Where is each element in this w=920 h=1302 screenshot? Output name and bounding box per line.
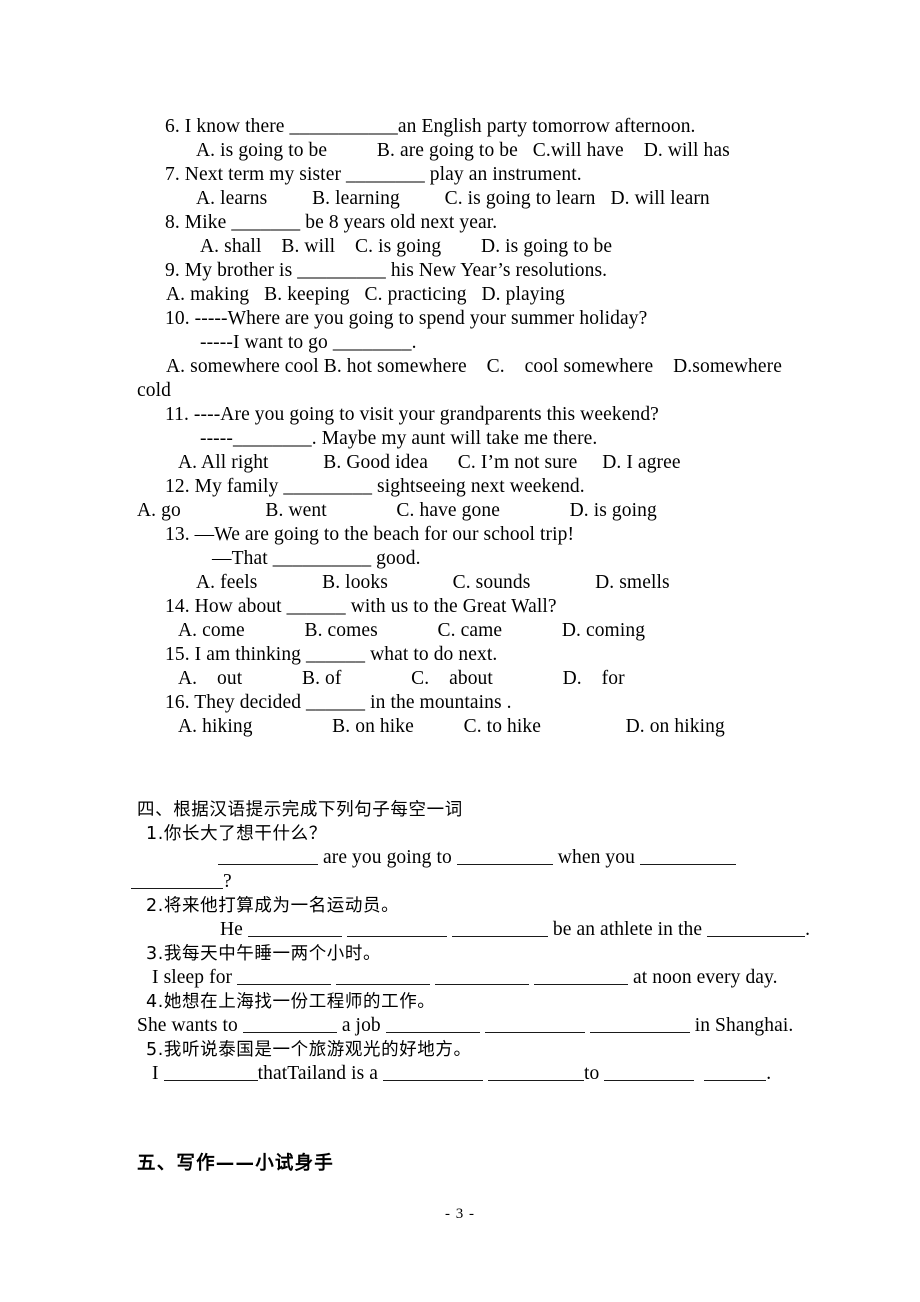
section-four-item-3-chinese: 3.我每天中午睡一两个小时。	[146, 944, 382, 964]
answer-text: .	[766, 1063, 772, 1084]
answer-blank[interactable]	[247, 921, 342, 937]
answer-blank[interactable]	[435, 969, 530, 985]
question-options-16: A. hiking B. on hike C. to hike D. on hi…	[178, 716, 725, 737]
section-four-item-4-answer: She wants to a job in Shanghai.	[0, 1014, 920, 1038]
question-options-8: A. shall B. will C. is going D. is going…	[200, 236, 613, 257]
section-four-item-2-answer: He be an athlete in the .	[0, 918, 920, 942]
answer-blank[interactable]	[707, 921, 806, 937]
question-options-10: A. somewhere cool B. hot somewhere C. co…	[166, 356, 782, 377]
question-stem-8: 8. Mike _______ be 8 years old next year…	[165, 212, 498, 233]
answer-blank[interactable]	[346, 921, 447, 937]
answer-text: a job	[336, 1015, 386, 1036]
worksheet-page: 6. I know there ___________an English pa…	[0, 0, 920, 1302]
question-stem-9: 9. My brother is _________ his New Year’…	[165, 260, 608, 281]
question-stem-7: 7. Next term my sister ________ play an …	[165, 164, 582, 185]
question-stem-14: 14. How about ______ with us to the Grea…	[165, 596, 557, 617]
question-stem-16: 16. They decided ______ in the mountains…	[165, 692, 512, 713]
answer-blank[interactable]	[163, 1065, 258, 1081]
question-options-15: A. out B. of C. about D. for	[178, 668, 625, 689]
section-four-item-1-answer-line1: are you going to when you	[0, 846, 920, 870]
answer-blank[interactable]	[639, 849, 736, 865]
section-four: 四、根据汉语提示完成下列句子每空一词 1.你长大了想干什么？ are you g…	[0, 798, 920, 1086]
answer-blank[interactable]	[242, 1017, 337, 1033]
question-stem-10-line2: -----I want to go ________.	[200, 332, 417, 353]
page-number: - 3 -	[445, 1206, 475, 1222]
question-stem-15: 15. I am thinking ______ what to do next…	[165, 644, 498, 665]
answer-text: He	[220, 919, 248, 940]
answer-blank[interactable]	[604, 1065, 695, 1081]
answer-blank[interactable]	[534, 969, 629, 985]
multiple-choice-section: 6. I know there ___________an English pa…	[0, 115, 920, 739]
question-stem-11-line2: -----________. Maybe my aunt will take m…	[200, 428, 598, 449]
question-options-7: A. learns B. learning C. is going to lea…	[196, 188, 710, 209]
answer-blank[interactable]	[589, 1017, 690, 1033]
section-four-item-2-chinese: 2.将来他打算成为一名运动员。	[146, 896, 400, 916]
answer-blank[interactable]	[218, 849, 318, 865]
answer-text: .	[805, 919, 811, 940]
answer-blank[interactable]	[484, 1017, 585, 1033]
question-options-11: A. All right B. Good idea C. I’m not sur…	[178, 452, 681, 473]
answer-text: in Shanghai.	[689, 1015, 794, 1036]
answer-text: are you going to	[318, 847, 457, 868]
section-four-item-5-chinese: 5.我听说泰国是一个旅游观光的好地方。	[146, 1040, 472, 1060]
question-stem-6: 6. I know there ___________an English pa…	[165, 116, 696, 137]
question-options-12: A. go B. went C. have gone D. is going	[137, 500, 657, 521]
section-four-item-5-answer: I thatTailand is a to .	[0, 1062, 920, 1086]
answer-blank[interactable]	[451, 921, 548, 937]
answer-blank[interactable]	[704, 1065, 767, 1081]
question-options-13: A. feels B. looks C. sounds D. smells	[196, 572, 670, 593]
question-options-6: A. is going to be B. are going to be C.w…	[196, 140, 730, 161]
answer-blank[interactable]	[456, 849, 553, 865]
section-four-item-1-answer-line2: ?	[0, 870, 920, 894]
answer-blank[interactable]	[336, 969, 431, 985]
question-options-9: A. making B. keeping C. practicing D. pl…	[166, 284, 565, 305]
section-four-item-3-answer: I sleep for at noon every day.	[0, 966, 920, 990]
answer-text: be an athlete in the	[547, 919, 708, 940]
answer-blank[interactable]	[385, 1017, 480, 1033]
answer-text: when you	[552, 847, 640, 868]
answer-text: She wants to	[137, 1015, 243, 1036]
section-four-heading: 四、根据汉语提示完成下列句子每空一词	[137, 800, 463, 820]
question-stem-10: 10. -----Where are you going to spend yo…	[165, 308, 648, 329]
question-options-10-wrap: cold	[137, 380, 171, 401]
section-five: 五、写作——小试身手	[0, 1152, 920, 1176]
section-four-item-1-chinese: 1.你长大了想干什么？	[146, 824, 327, 844]
question-stem-12: 12. My family _________ sightseeing next…	[165, 476, 585, 497]
answer-blank[interactable]	[131, 873, 223, 889]
question-stem-13: 13. —We are going to the beach for our s…	[165, 524, 575, 545]
answer-text: I sleep for	[152, 967, 238, 988]
answer-blank[interactable]	[383, 1065, 484, 1081]
answer-blank[interactable]	[237, 969, 332, 985]
answer-blank[interactable]	[488, 1065, 584, 1081]
answer-text: thatTailand is a	[257, 1063, 384, 1084]
question-stem-11: 11. ----Are you going to visit your gran…	[165, 404, 659, 425]
question-stem-13-line2: —That __________ good.	[212, 548, 421, 569]
answer-text: to	[584, 1063, 605, 1084]
section-four-item-4-chinese: 4.她想在上海找一份工程师的工作。	[146, 992, 436, 1012]
question-options-14: A. come B. comes C. came D. coming	[178, 620, 646, 641]
answer-text: ?	[223, 871, 232, 892]
answer-text: I	[152, 1063, 164, 1084]
section-five-heading: 五、写作——小试身手	[137, 1153, 335, 1174]
answer-text: at noon every day.	[628, 967, 778, 988]
